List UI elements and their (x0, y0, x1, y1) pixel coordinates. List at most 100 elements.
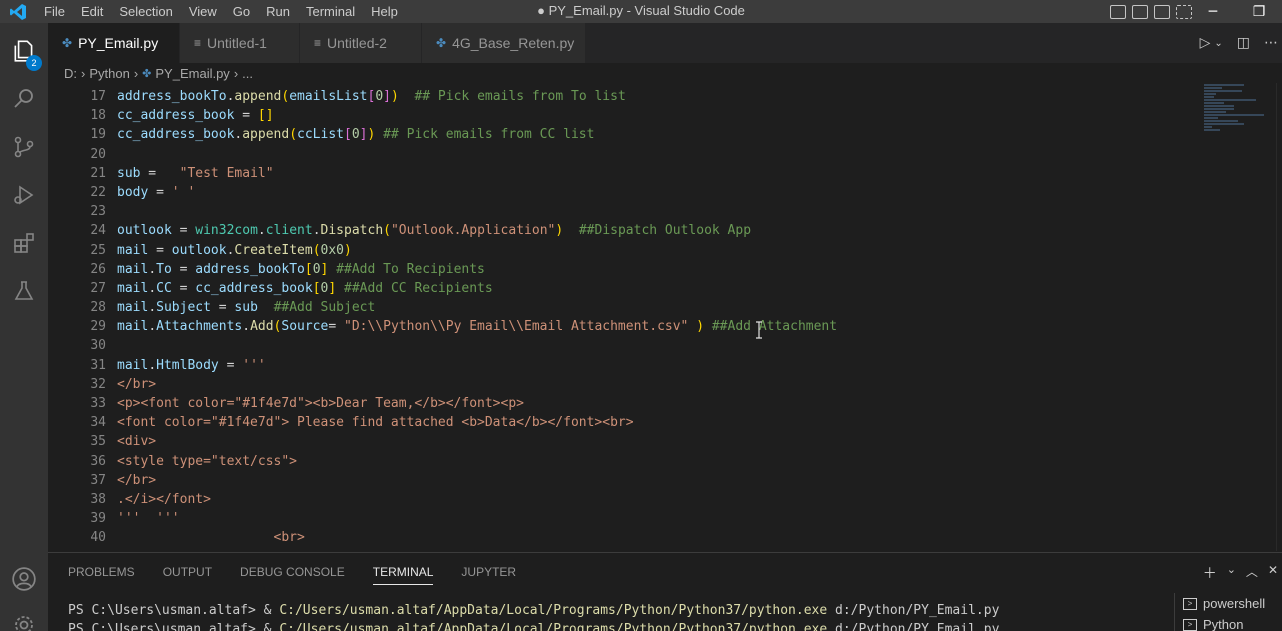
breadcrumb-file[interactable]: PY_Email.py (155, 66, 229, 81)
tab-untitled-1[interactable]: ≡ Untitled-1 (180, 23, 300, 63)
breadcrumb-folder[interactable]: Python (89, 66, 129, 81)
terminal-output[interactable]: PS C:\Users\usman.altaf> & C:/Users/usma… (68, 601, 1158, 631)
text-cursor-icon (754, 321, 764, 339)
code-line[interactable]: ''' ''' (117, 509, 1197, 528)
code-line[interactable]: <div> (117, 432, 1197, 451)
code-line[interactable]: mail.Attachments.Add(Source= "D:\\Python… (117, 317, 1197, 336)
explorer-badge: 2 (26, 55, 42, 71)
menu-view[interactable]: View (181, 4, 225, 19)
menu-file[interactable]: File (36, 4, 73, 19)
code-lines[interactable]: address_bookTo.append(emailsList[0]) ## … (117, 87, 1197, 548)
tab-label: Untitled-2 (327, 35, 387, 51)
code-editor[interactable]: 17 18 19 20 21 22 23 24 25 26 27 28 29 3… (48, 83, 1282, 551)
source-control-icon[interactable] (0, 123, 48, 171)
line-number: 29 (90, 319, 106, 335)
maximize-panel-icon[interactable]: ︿ (1246, 563, 1258, 583)
line-number: 38 (90, 491, 106, 507)
run-python-file-icon[interactable]: ▷ (1200, 35, 1211, 51)
panel-actions: ＋ ⌄ ︿ ✕ (1203, 563, 1278, 583)
terminal-line: PS C:\Users\usman.altaf> & C:/Users/usma… (68, 603, 1000, 618)
code-line[interactable]: mail.CC = cc_address_book[0] ##Add CC Re… (117, 279, 1197, 298)
run-debug-icon[interactable] (0, 171, 48, 219)
close-panel-icon[interactable]: ✕ (1268, 563, 1278, 583)
search-icon[interactable] (0, 75, 48, 123)
menu-selection[interactable]: Selection (111, 4, 180, 19)
code-line[interactable]: cc_address_book.append(ccList[0]) ## Pic… (117, 125, 1197, 144)
vertical-scrollbar[interactable] (1276, 83, 1282, 551)
line-number: 30 (90, 338, 106, 354)
code-line[interactable]: <p><font color="#1f4e7d"><b>Dear Team,</… (117, 394, 1197, 413)
code-line[interactable]: mail.Subject = sub ##Add Subject (117, 298, 1197, 317)
code-line[interactable]: </br> (117, 471, 1197, 490)
tab-terminal[interactable]: TERMINAL (372, 559, 434, 585)
code-line[interactable]: .</i></font> (117, 490, 1197, 509)
terminal-item-powershell[interactable]: > powershell (1183, 593, 1282, 614)
new-terminal-icon[interactable]: ＋ (1203, 563, 1217, 583)
tab-jupyter[interactable]: JUPYTER (461, 565, 516, 579)
line-number: 27 (90, 280, 106, 296)
menu-help[interactable]: Help (363, 4, 406, 19)
chevron-down-icon[interactable]: ⌄ (1214, 38, 1222, 49)
tab-output[interactable]: OUTPUT (163, 565, 212, 579)
line-number: 39 (90, 511, 106, 527)
breadcrumb-symbol[interactable]: ... (242, 66, 253, 81)
tab-4g-base-reten[interactable]: ✤ 4G_Base_Reten.py (422, 23, 586, 63)
terminal-line: PS C:\Users\usman.altaf> & C:/Users/usma… (68, 622, 1000, 631)
menu-bar: File Edit Selection View Go Run Terminal… (36, 0, 406, 23)
tab-py-email[interactable]: ✤ PY_Email.py (48, 23, 180, 63)
code-line[interactable]: <br> (117, 528, 1197, 547)
code-line[interactable]: <font color="#1f4e7d"> Please find attac… (117, 413, 1197, 432)
text-file-icon: ≡ (314, 36, 322, 50)
line-number: 18 (90, 108, 106, 124)
code-line[interactable]: address_bookTo.append(emailsList[0]) ## … (117, 87, 1197, 106)
toggle-secondary-sidebar-icon[interactable] (1154, 4, 1170, 19)
account-icon[interactable] (0, 555, 48, 603)
code-line[interactable]: sub = "Test Email" (117, 164, 1197, 183)
layout-controls (1110, 0, 1192, 23)
line-number: 37 (90, 472, 106, 488)
terminal-item-python[interactable]: > Python (1183, 614, 1282, 631)
code-line[interactable]: mail.To = address_bookTo[0] ##Add To Rec… (117, 260, 1197, 279)
explorer-icon[interactable]: 2 (0, 27, 48, 75)
menu-edit[interactable]: Edit (73, 4, 111, 19)
code-line[interactable]: cc_address_book = [] (117, 106, 1197, 125)
more-actions-icon[interactable]: ⋯ (1264, 35, 1278, 51)
toggle-panel-icon[interactable] (1132, 4, 1148, 19)
code-line[interactable]: body = ' ' (117, 183, 1197, 202)
code-line[interactable] (117, 202, 1197, 221)
code-line[interactable] (117, 336, 1197, 355)
line-number: 17 (90, 89, 106, 104)
activity-bar: 2 (0, 23, 48, 631)
extensions-icon[interactable] (0, 219, 48, 267)
editor-tabs: ✤ PY_Email.py ≡ Untitled-1 ≡ Untitled-2 … (48, 23, 1282, 63)
testing-icon[interactable] (0, 267, 48, 315)
minimize-button[interactable]: ─ (1190, 0, 1236, 23)
editor-actions: ▷ ⌄ ◫ ⋯ (1200, 23, 1278, 63)
settings-icon[interactable] (0, 601, 48, 631)
restore-button[interactable]: ❐ (1236, 0, 1282, 23)
tab-debug-console[interactable]: DEBUG CONSOLE (240, 565, 345, 579)
code-line[interactable]: <style type="text/css"> (117, 452, 1197, 471)
line-number: 28 (90, 300, 106, 316)
tab-untitled-2[interactable]: ≡ Untitled-2 (300, 23, 422, 63)
menu-go[interactable]: Go (225, 4, 258, 19)
minimap[interactable] (1204, 83, 1276, 163)
chevron-down-icon[interactable]: ⌄ (1227, 563, 1236, 583)
breadcrumb-drive[interactable]: D: (64, 66, 77, 81)
code-line[interactable]: </br> (117, 375, 1197, 394)
menu-run[interactable]: Run (258, 4, 298, 19)
line-number: 26 (90, 261, 106, 277)
line-number: 36 (90, 453, 106, 469)
chevron-right-icon: › (81, 65, 86, 81)
menu-terminal[interactable]: Terminal (298, 4, 363, 19)
code-line[interactable]: mail = outlook.CreateItem(0x0) (117, 241, 1197, 260)
line-number: 24 (90, 223, 106, 239)
code-line[interactable] (117, 145, 1197, 164)
toggle-primary-sidebar-icon[interactable] (1110, 4, 1126, 19)
code-line[interactable]: outlook = win32com.client.Dispatch("Outl… (117, 221, 1197, 240)
python-icon: ✤ (142, 67, 152, 80)
line-number: 33 (90, 396, 106, 411)
tab-problems[interactable]: PROBLEMS (68, 565, 135, 579)
code-line[interactable]: mail.HtmlBody = ''' (117, 356, 1197, 375)
split-editor-icon[interactable]: ◫ (1237, 35, 1250, 51)
